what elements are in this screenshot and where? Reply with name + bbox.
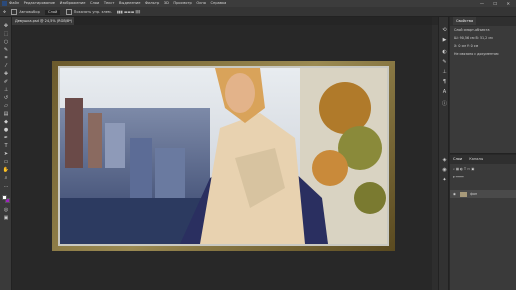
eraser-icon[interactable]: ▱ bbox=[2, 103, 10, 109]
tab-properties[interactable]: Свойства bbox=[453, 17, 477, 25]
tab-channels[interactable]: Каналы bbox=[469, 157, 483, 161]
blend-mode-row[interactable]: ▾ ━━━━ bbox=[450, 173, 516, 181]
layer-filter-row[interactable]: ⌕ ▦ ◐ T ▭ ▣ bbox=[450, 165, 516, 173]
tab-layers[interactable]: Слои bbox=[453, 157, 462, 161]
menu-view[interactable]: Просмотр bbox=[173, 0, 191, 7]
quick-select-icon[interactable]: ✎ bbox=[2, 47, 10, 53]
tools-panel: ✥ ⬚ ○ ✎ ⌗ ⁄ ✚ ✐ ⊥ ↺ ▱ ▤ ◆ ● ✒ T ➤ ▭ ✋ ⌕ … bbox=[0, 17, 12, 290]
gradient-icon[interactable]: ▤ bbox=[2, 111, 10, 117]
menu-layers[interactable]: Слои bbox=[90, 0, 99, 7]
blur-icon[interactable]: ◆ bbox=[2, 119, 10, 125]
menu-file[interactable]: Файл bbox=[9, 0, 19, 7]
screen-mode-icon[interactable]: ▣ bbox=[2, 215, 10, 221]
auto-select-dropdown[interactable]: Слой bbox=[45, 10, 61, 15]
options-bar: ✥ Автовыбор Слой Показать упр. элем. ▮▮▮… bbox=[0, 7, 516, 17]
properties-tabs: Свойства bbox=[450, 17, 516, 26]
adjustments-icon[interactable]: ◐ bbox=[441, 49, 448, 55]
menu-3d[interactable]: 3D bbox=[164, 0, 169, 7]
size-row: Ш: 90,56 см В: 51,2 см bbox=[454, 36, 493, 40]
align-icons[interactable]: ▮▮▮ ▬▬▬ ⫼⫼⫼ bbox=[117, 7, 140, 17]
paths-icon[interactable]: ✦ bbox=[441, 177, 448, 183]
menu-select[interactable]: Выделение bbox=[119, 0, 140, 7]
foreground-color-swatch[interactable] bbox=[2, 195, 7, 200]
menu-filter[interactable]: Фильтр bbox=[145, 0, 159, 7]
visibility-eye-icon[interactable]: ◉ bbox=[453, 190, 457, 198]
layers-panel: Слои Каналы ⌕ ▦ ◐ T ▭ ▣ ▾ ━━━━ ◉ фон bbox=[450, 155, 516, 290]
more-tools-icon[interactable]: … bbox=[2, 183, 10, 189]
link-status-row: Не связано с документом bbox=[454, 52, 499, 56]
menu-image[interactable]: Изображение bbox=[60, 0, 86, 7]
document-tab[interactable]: Девушка.psd @ 24,5% (RGB/8*) × bbox=[12, 17, 74, 25]
move-icon[interactable]: ✥ bbox=[2, 23, 10, 29]
layers-tabs: Слои Каналы bbox=[450, 155, 516, 164]
stamp-icon[interactable]: ⊥ bbox=[2, 87, 10, 93]
tab-bar bbox=[12, 17, 432, 25]
eyedropper-icon[interactable]: ⁄ bbox=[2, 63, 10, 69]
channels-icon[interactable]: ◉ bbox=[441, 167, 448, 173]
oil-painting-image[interactable] bbox=[60, 68, 387, 244]
pen-icon[interactable]: ✒ bbox=[2, 135, 10, 141]
dodge-icon[interactable]: ● bbox=[2, 127, 10, 133]
lasso-icon[interactable]: ○ bbox=[2, 39, 10, 45]
menu-type[interactable]: Текст bbox=[104, 0, 115, 7]
brush-settings-icon[interactable]: ✎ bbox=[441, 59, 448, 65]
hand-icon[interactable]: ✋ bbox=[2, 167, 10, 173]
window-controls[interactable]: — ☐ ✕ bbox=[480, 0, 514, 7]
brush-icon[interactable]: ✐ bbox=[2, 79, 10, 85]
smart-object-label: Слой смарт-объекта bbox=[454, 28, 490, 32]
menu-edit[interactable]: Редактирование bbox=[24, 0, 55, 7]
marquee-icon[interactable]: ⬚ bbox=[2, 31, 10, 37]
actions-icon[interactable]: ▶ bbox=[441, 37, 448, 43]
type-icon[interactable]: T bbox=[2, 143, 10, 149]
layer-name: фон bbox=[470, 192, 478, 196]
clone-source-icon[interactable]: ⊥ bbox=[441, 69, 448, 75]
quick-mask-icon[interactable]: ◎ bbox=[2, 207, 10, 213]
layers-icon[interactable]: ◈ bbox=[441, 157, 448, 163]
auto-select-label: Автовыбор bbox=[19, 10, 40, 14]
zoom-icon[interactable]: ⌕ bbox=[2, 175, 10, 181]
menu-bar: Файл Редактирование Изображение Слои Тек… bbox=[0, 0, 516, 7]
transform-controls-label: Показать упр. элем. bbox=[73, 10, 112, 14]
auto-select-checkbox[interactable] bbox=[11, 9, 18, 15]
position-row: X: 0 см Y: 0 см bbox=[454, 44, 479, 48]
menu-help[interactable]: Справка bbox=[211, 0, 227, 7]
crop-icon[interactable]: ⌗ bbox=[2, 55, 10, 61]
healing-icon[interactable]: ✚ bbox=[2, 71, 10, 77]
painting-illustration bbox=[60, 68, 387, 244]
panel-icon-strip: ⟲ ▶ ◐ ✎ ⊥ ¶ A ⓘ ◈ ◉ ✦ bbox=[438, 17, 449, 290]
properties-panel: Свойства Слой смарт-объекта Ш: 90,56 см … bbox=[450, 17, 516, 154]
history-brush-icon[interactable]: ↺ bbox=[2, 95, 10, 101]
layer-thumbnail bbox=[460, 191, 468, 197]
menu-window[interactable]: Окно bbox=[196, 0, 206, 7]
info-icon[interactable]: ⓘ bbox=[441, 101, 448, 107]
layer-row[interactable]: ◉ фон bbox=[450, 190, 516, 198]
photoshop-logo-icon bbox=[2, 1, 7, 6]
move-tool-icon[interactable]: ✥ bbox=[3, 7, 6, 17]
character-icon[interactable]: A bbox=[441, 89, 448, 95]
path-select-icon[interactable]: ➤ bbox=[2, 151, 10, 157]
shape-icon[interactable]: ▭ bbox=[2, 159, 10, 165]
history-icon[interactable]: ⟲ bbox=[441, 27, 448, 33]
paragraph-icon[interactable]: ¶ bbox=[441, 79, 448, 85]
transform-controls-checkbox[interactable] bbox=[65, 9, 72, 15]
